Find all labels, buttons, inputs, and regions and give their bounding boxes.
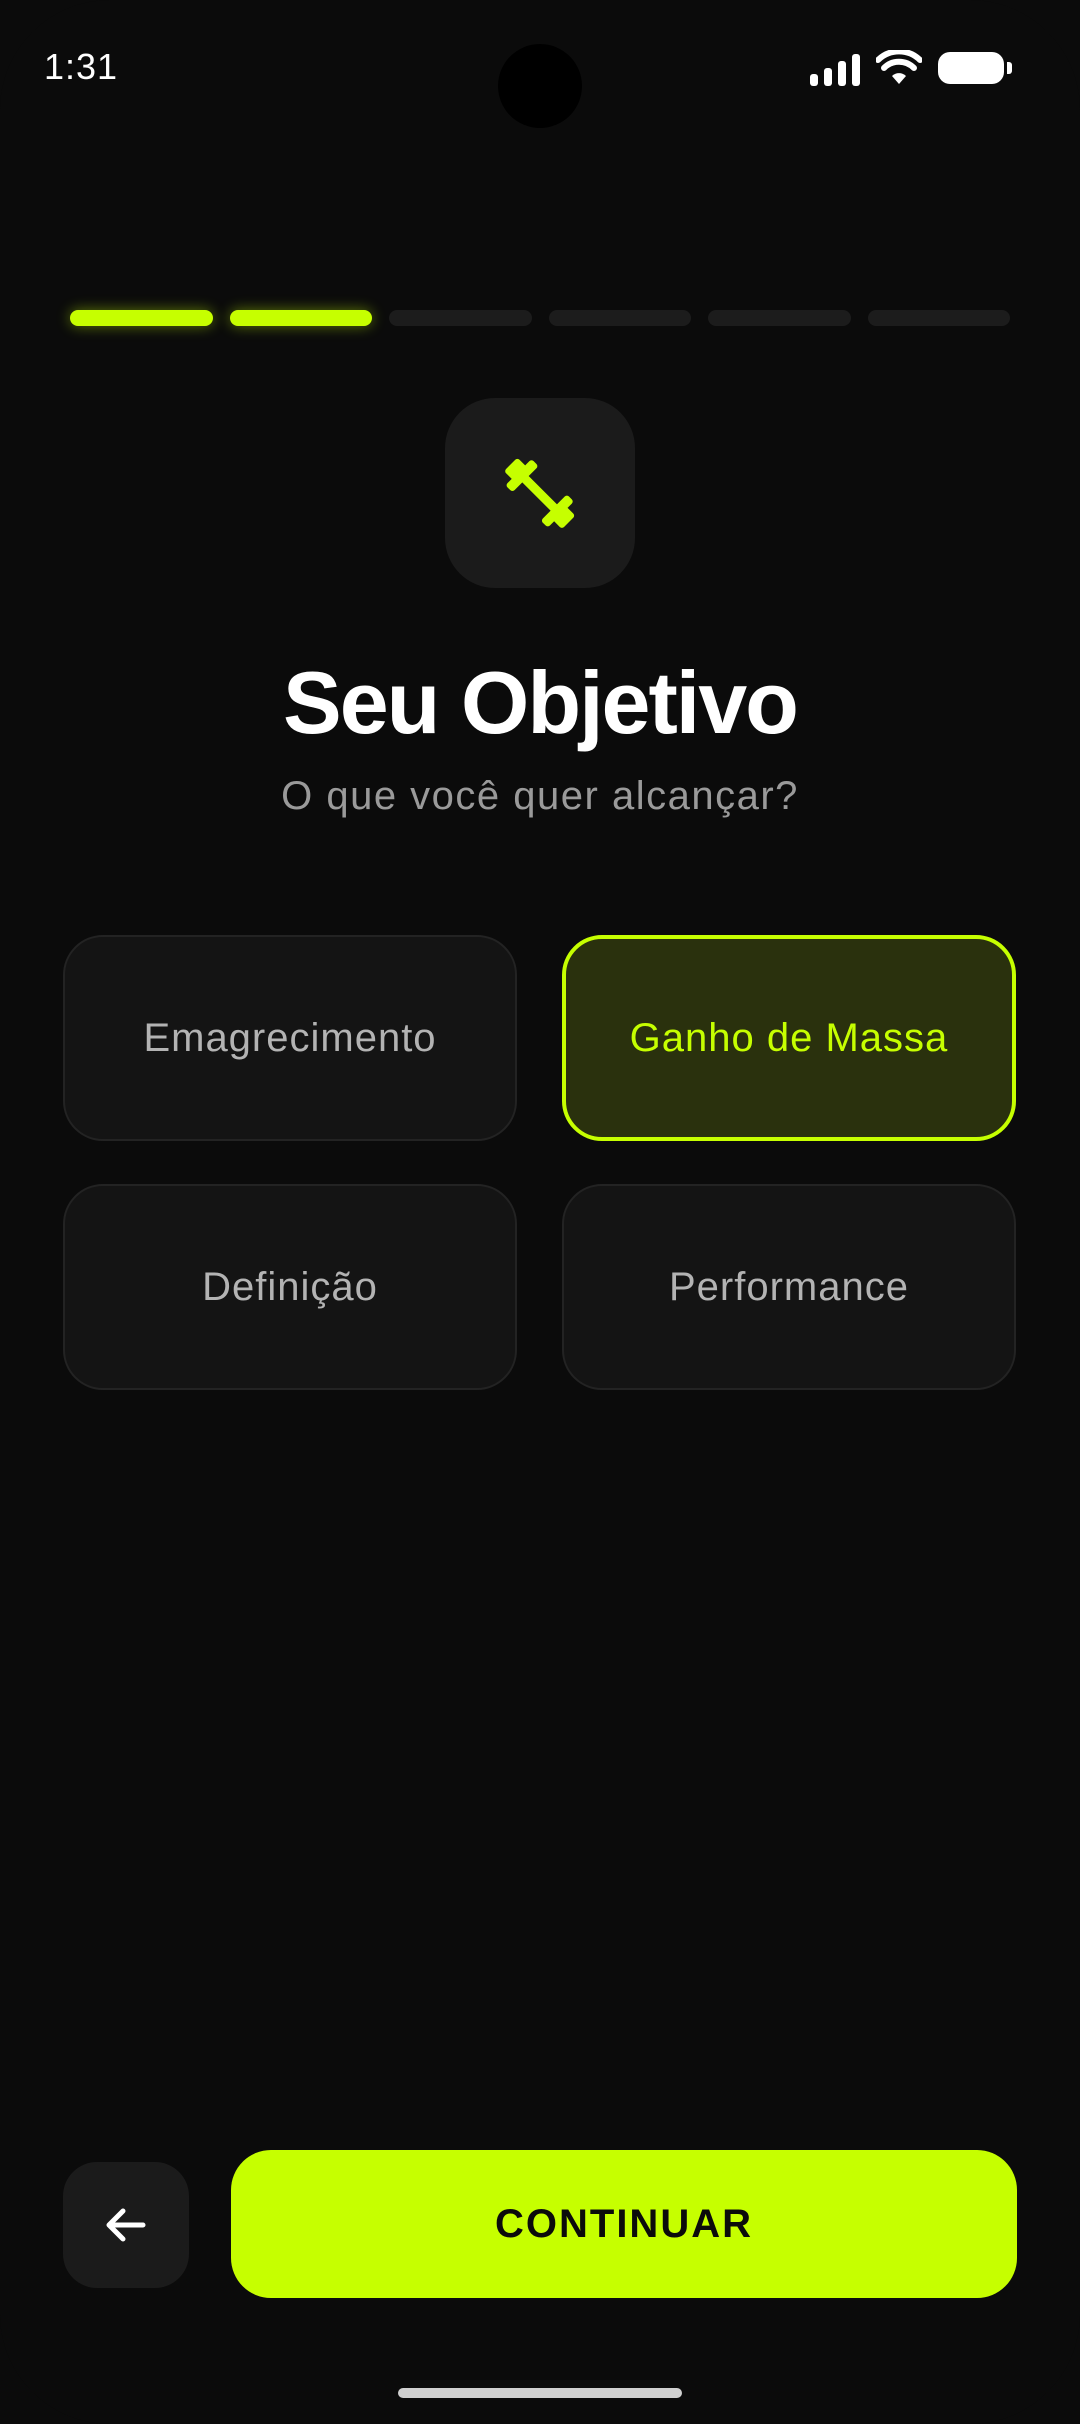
onboarding-screen: 1:31 Seu Objetivo O que você quer alcanç…	[0, 0, 1080, 2424]
goal-icon-tile	[445, 398, 635, 588]
page-title: Seu Objetivo	[283, 653, 799, 752]
cellular-signal-icon	[810, 50, 860, 86]
camera-cutout	[498, 44, 582, 128]
home-indicator[interactable]	[398, 2388, 682, 2398]
progress-segment	[708, 310, 851, 326]
status-icons	[810, 50, 1012, 86]
progress-segment	[229, 310, 372, 326]
progress-segment	[70, 310, 213, 326]
goal-option-ganho-de-massa[interactable]: Ganho de Massa	[562, 935, 1016, 1141]
goal-option-label: Performance	[669, 1264, 909, 1309]
progress-segment	[389, 310, 532, 326]
step-progress-bar	[70, 310, 1010, 326]
wifi-icon	[876, 50, 922, 84]
goal-option-performance[interactable]: Performance	[562, 1184, 1016, 1390]
status-time: 1:31	[44, 46, 119, 87]
goal-option-emagrecimento[interactable]: Emagrecimento	[63, 935, 517, 1141]
dumbbell-icon	[505, 458, 575, 528]
goal-option-definicao[interactable]: Definição	[63, 1184, 517, 1390]
arrow-left-icon	[106, 2208, 146, 2242]
progress-segment	[867, 310, 1010, 326]
back-button[interactable]	[63, 2162, 189, 2288]
goal-option-label: Emagrecimento	[143, 1015, 437, 1060]
goal-option-label: Definição	[202, 1264, 378, 1309]
page-subtitle: O que você quer alcançar?	[281, 774, 799, 818]
progress-segment	[548, 310, 691, 326]
battery-icon	[938, 52, 1012, 84]
goal-option-label: Ganho de Massa	[629, 1015, 949, 1060]
continue-button[interactable]: CONTINUAR	[231, 2150, 1017, 2298]
continue-button-label: CONTINUAR	[495, 2201, 753, 2246]
